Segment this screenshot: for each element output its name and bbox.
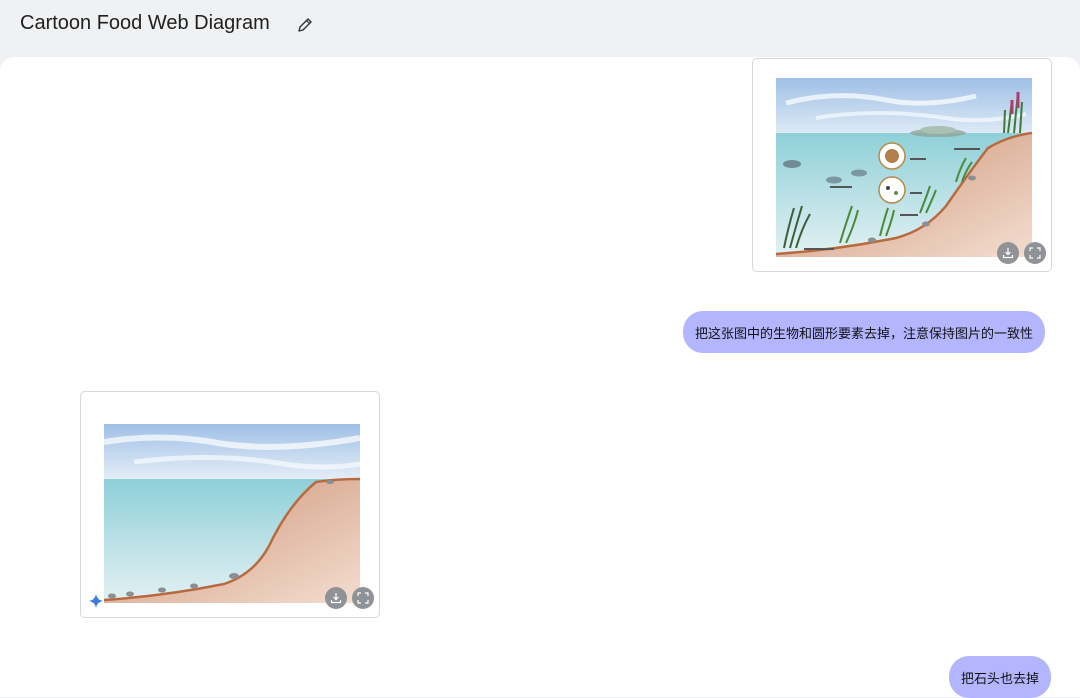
user-message-text: 把石头也去掉	[961, 671, 1040, 687]
generated-image-card-edited[interactable]	[80, 391, 380, 618]
download-icon	[330, 593, 342, 604]
chat-title: Cartoon Food Web Diagram	[20, 12, 270, 34]
download-button[interactable]	[325, 587, 347, 609]
fullscreen-icon	[357, 592, 369, 604]
generated-image-card-original[interactable]	[752, 58, 1052, 272]
pencil-icon[interactable]	[296, 16, 314, 34]
fullscreen-button[interactable]	[352, 587, 374, 609]
sparkle-icon	[89, 594, 103, 608]
download-button[interactable]	[997, 242, 1019, 264]
top-bar: Cartoon Food Web Diagram	[0, 0, 1080, 56]
fullscreen-button[interactable]	[1024, 242, 1046, 264]
food-web-image-original	[776, 78, 1032, 257]
fullscreen-icon	[1029, 247, 1041, 259]
user-message-bubble: 把石头也去掉	[949, 656, 1052, 698]
user-message-bubble: 把这张图中的生物和圆形要素去掉，注意保持图片的一致性	[683, 311, 1046, 353]
download-icon	[1002, 248, 1014, 259]
user-message-text: 把这张图中的生物和圆形要素去掉，注意保持图片的一致性	[695, 326, 1034, 342]
food-web-image-edited	[104, 424, 360, 603]
